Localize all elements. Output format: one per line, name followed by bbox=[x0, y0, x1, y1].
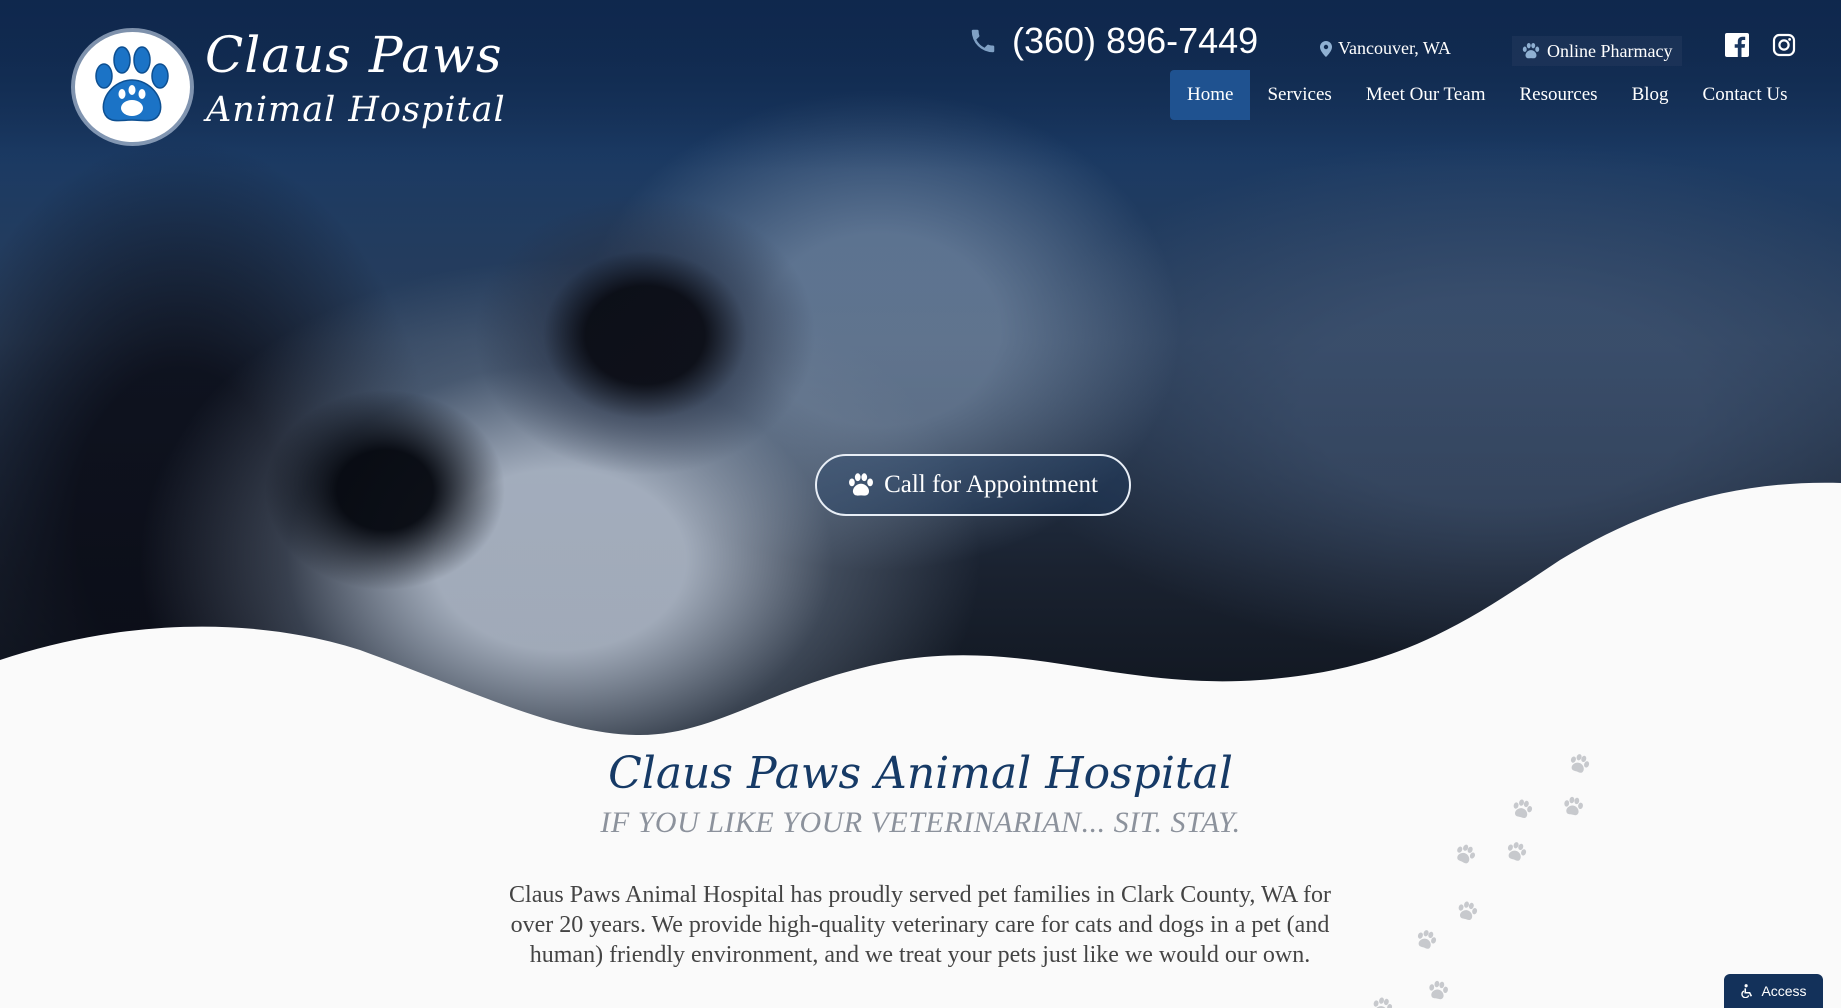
main-nav: Home Services Meet Our Team Resources Bl… bbox=[1170, 70, 1805, 120]
paw-icon bbox=[849, 473, 874, 496]
nav-home[interactable]: Home bbox=[1170, 70, 1251, 120]
cta-label: Call for Appointment bbox=[884, 471, 1098, 498]
intro-paragraph: Claus Paws Animal Hospital has proudly s… bbox=[509, 882, 1331, 968]
nav-meet-our-team[interactable]: Meet Our Team bbox=[1349, 70, 1503, 120]
location-link[interactable]: Vancouver, WA bbox=[1320, 38, 1451, 59]
call-for-appointment-button[interactable]: Call for Appointment bbox=[815, 454, 1131, 516]
online-pharmacy-link[interactable]: Online Pharmacy bbox=[1512, 36, 1683, 66]
accessibility-button[interactable]: Access bbox=[1724, 974, 1823, 1008]
pharmacy-label: Online Pharmacy bbox=[1547, 40, 1673, 61]
accessibility-icon bbox=[1741, 984, 1753, 998]
facebook-icon[interactable] bbox=[1725, 33, 1749, 57]
brand-name-line1[interactable]: Claus Paws bbox=[205, 26, 502, 84]
nav-services[interactable]: Services bbox=[1250, 70, 1348, 120]
nav-resources[interactable]: Resources bbox=[1502, 70, 1614, 120]
paw-trail-decoration bbox=[1371, 751, 1592, 1008]
nav-blog[interactable]: Blog bbox=[1615, 70, 1686, 120]
instagram-icon[interactable] bbox=[1772, 33, 1796, 57]
phone-number: (360) 896-7449 bbox=[1012, 20, 1259, 61]
nav-contact-us[interactable]: Contact Us bbox=[1686, 70, 1805, 120]
phone-icon bbox=[971, 29, 995, 53]
brand-name-line2[interactable]: Animal Hospital bbox=[206, 90, 506, 130]
logo-paw-badge[interactable] bbox=[75, 32, 190, 142]
map-pin-icon bbox=[1320, 40, 1332, 57]
phone-link[interactable]: (360) 896-7449 bbox=[968, 20, 1258, 62]
location-text: Vancouver, WA bbox=[1338, 38, 1451, 58]
paw-logo-icon bbox=[95, 46, 169, 122]
paw-icon bbox=[1522, 43, 1540, 59]
accessibility-label: Access bbox=[1761, 983, 1807, 999]
